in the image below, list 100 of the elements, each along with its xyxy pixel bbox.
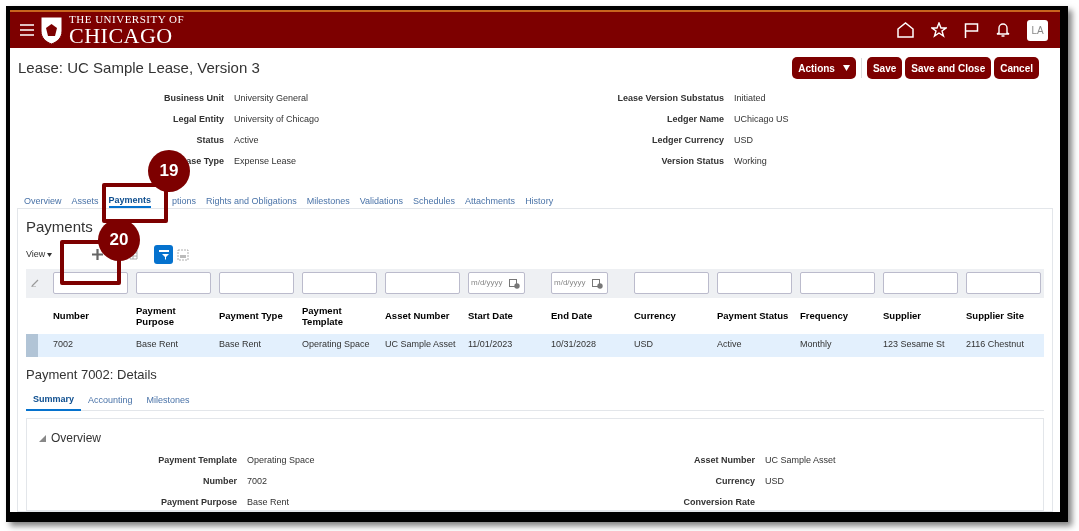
table-cell-text: Monthly [799,338,833,352]
field-label: Business Unit [163,92,224,106]
logo-top-text: THE UNIVERSITY OF [69,13,185,25]
calendar-icon[interactable] [509,277,520,289]
table-cell-text: 123 Sesame St [882,338,946,352]
filter-field[interactable] [385,272,460,294]
table-cell-text: Active [716,338,743,352]
filter-field[interactable] [634,272,709,294]
column-header: Asset Number [384,310,451,321]
filter-field[interactable] [800,272,875,294]
tab[interactable]: Summary [26,391,82,411]
field-label: Conversion Rate [682,496,755,510]
tab[interactable]: Validations [359,193,404,208]
filter-field[interactable] [966,272,1041,294]
action-button[interactable]: Save and Close [905,57,992,79]
field-label: Status [195,134,224,148]
home-icon[interactable] [897,22,914,38]
field-value: 7002 [247,475,268,489]
tab[interactable]: History [525,193,554,208]
calendar-icon[interactable] [592,277,603,289]
collapse-triangle-icon[interactable] [39,434,46,442]
star-icon[interactable] [931,22,947,38]
tab[interactable]: Assets [71,193,99,208]
column-header: Supplier Site [965,310,1026,321]
field-label: ase Type [185,155,224,169]
view-menu[interactable]: View [26,247,53,262]
filter-toggle-button[interactable] [154,245,174,264]
column-header: Payment Template [301,304,344,327]
action-button[interactable]: Cancel [994,57,1039,79]
detach-icon[interactable] [177,248,190,261]
field-label: Legal Entity [172,113,224,127]
table-cell-text: Base Rent [135,338,180,352]
filter-field[interactable] [717,272,792,294]
column-header: Currency [633,310,677,321]
field-value: University General [234,92,309,106]
field-value: UChicago US [734,113,789,127]
tab[interactable]: Milestones [139,391,197,411]
field-value: Active [234,134,259,148]
tab[interactable]: ptions [172,193,197,208]
bell-icon[interactable] [996,22,1010,38]
date-input[interactable]: m/d/yyyy [471,277,508,289]
filter-field[interactable] [883,272,958,294]
details-title: Payment 7002: Details [26,365,158,384]
tab[interactable]: Overview [24,193,62,208]
column-header: Frequency [799,310,850,321]
field-value: Base Rent [247,496,290,510]
actions-menu-button[interactable]: Actions [792,57,856,79]
column-header: Supplier [882,310,922,321]
column-header: Payment Type [218,310,284,321]
field-label: Number [202,475,237,489]
table-cell-text: 10/31/2028 [550,338,598,352]
tab[interactable]: Attachments [465,193,516,208]
table-row[interactable]: 7002 Base Rent Base Rent Operating Space UC Sample Asset 11/01/2023 10/31/2028 USD Active Monthly 123 Sesame St 2116 Chestnut [26,333,1044,357]
filter-field[interactable] [136,272,211,294]
field-value: Initiated [734,92,766,106]
caret-icon [842,65,850,71]
field-value: Expense Lease [234,155,297,169]
field-value: UC Sample Asset [765,454,836,468]
tab[interactable]: Rights and Obligations [206,193,297,208]
logo-wordmark: CHICAGO [69,24,173,47]
table-cell-text: 7002 [52,338,75,352]
filter-field[interactable] [302,272,377,294]
flag-icon[interactable] [964,22,979,38]
field-label: Payment Purpose [159,496,237,510]
field-value: USD [765,475,784,489]
menu-icon[interactable] [20,24,34,36]
page-title: Lease: UC Sample Lease, Version 3 [18,57,260,78]
table-cell-text: Operating Space [301,338,371,352]
tab[interactable]: Schedules [413,193,456,208]
filter-field[interactable] [219,272,294,294]
field-label: Version Status [660,155,724,169]
column-header: Payment Purpose [135,304,177,327]
table-cell-text: Base Rent [218,338,263,352]
table-cell-text: 11/01/2023 [467,338,514,352]
field-value: USD [734,134,753,148]
field-value: University of Chicago [234,113,320,127]
add-icon[interactable] [92,249,104,260]
table-cell-text: USD [633,338,654,352]
crest-icon [40,15,63,45]
column-header: End Date [550,310,594,321]
field-label: Lease Version Substatus [616,92,724,106]
tab[interactable]: Accounting [81,391,140,411]
user-avatar[interactable]: LA [1027,19,1048,41]
section-title: Overview [51,430,101,447]
column-header: Start Date [467,310,514,321]
tab[interactable]: Milestones [306,193,350,208]
field-value: Working [734,155,767,169]
clear-filter-icon[interactable] [31,279,39,287]
date-filter-field[interactable]: m/d/yyyy [468,272,525,294]
caret-icon [47,252,53,257]
date-input[interactable]: m/d/yyyy [554,277,591,289]
column-header: Number [52,310,90,321]
tab[interactable]: Payments [108,193,152,208]
action-button[interactable]: Save [866,57,903,79]
table-cell-text: 2116 Chestnut [965,338,1025,352]
row-selector[interactable] [26,333,38,357]
filter-icon [157,248,170,261]
date-filter-field[interactable]: m/d/yyyy [551,272,608,294]
field-label: Ledger Currency [650,134,724,148]
field-label: Payment Template [157,454,237,468]
